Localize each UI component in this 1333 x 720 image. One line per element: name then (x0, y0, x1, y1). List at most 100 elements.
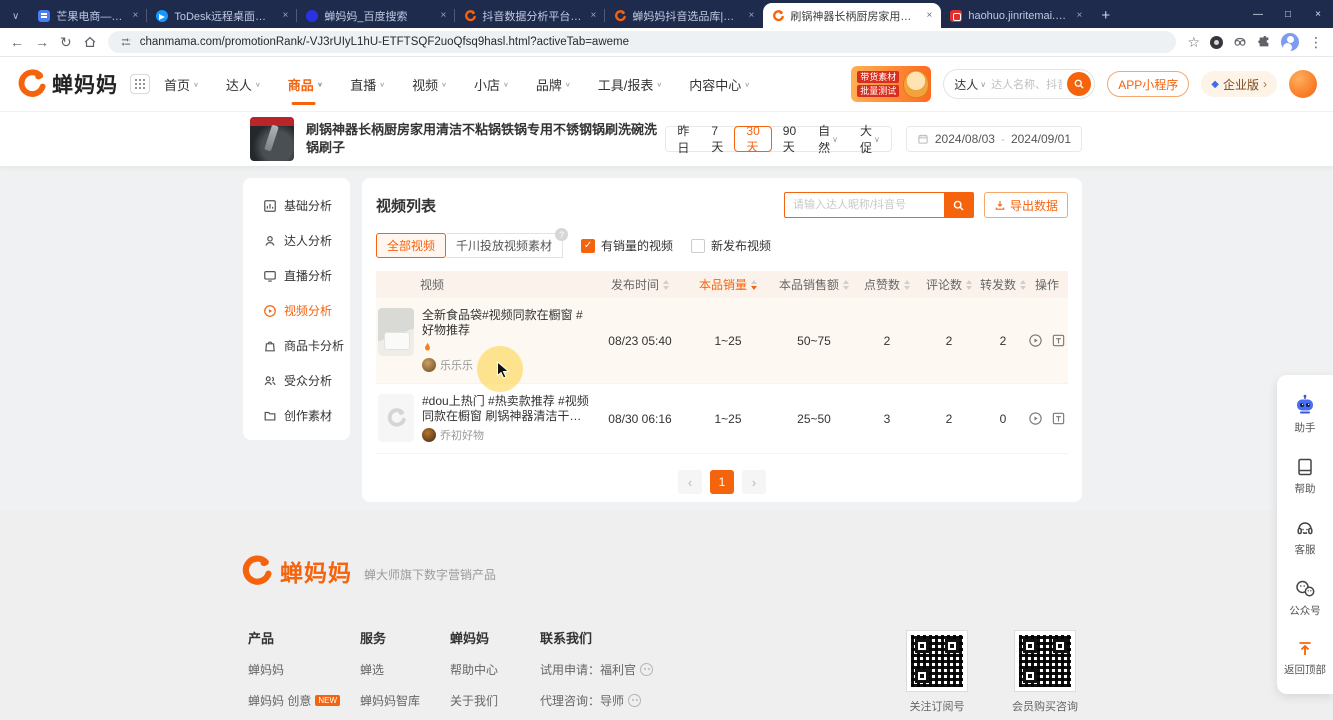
video-thumbnail[interactable] (378, 394, 414, 442)
help-icon[interactable]: ? (555, 228, 568, 241)
rail-assistant-button[interactable]: 助手 (1277, 383, 1333, 446)
sidebar-item-basic-analysis[interactable]: 基础分析 (243, 188, 350, 223)
forward-button[interactable]: → (35, 35, 49, 49)
browser-profile-avatar[interactable] (1281, 33, 1299, 51)
browser-tab[interactable]: haohuo.jinritemai.com/ecom × (941, 3, 1091, 28)
footer-link[interactable]: 关于我们 (450, 692, 498, 709)
sidebar-item-audience-analysis[interactable]: 受众分析 (243, 363, 350, 398)
browser-tab[interactable]: 抖音数据分析平台_抖音直播 × (455, 3, 605, 28)
col-gmv[interactable]: 本品销售额 (772, 276, 856, 293)
footer-link[interactable]: 蝉妈妈 (248, 661, 340, 678)
puzzle-extensions-icon[interactable] (1257, 35, 1271, 49)
browser-tab-active[interactable]: 刷锅神器长柄厨房家用清洁不 × (763, 3, 941, 28)
range-30d-active[interactable]: 30天 (734, 126, 771, 152)
footer-link[interactable]: 蝉选 (360, 661, 420, 678)
pagination-page-1[interactable]: 1 (710, 470, 734, 494)
panel-search-button[interactable] (944, 192, 974, 218)
chanmama-logo[interactable]: 蝉妈妈 (16, 69, 118, 99)
transcript-button[interactable] (1051, 411, 1066, 426)
menu-item-brand[interactable]: 品牌∨ (536, 57, 571, 111)
footer-contact[interactable]: 代理咨询：导师 (540, 692, 653, 709)
pagination-next-button[interactable]: › (742, 470, 766, 494)
bookmark-star-icon[interactable]: ☆ (1187, 35, 1200, 49)
home-button[interactable] (83, 35, 97, 49)
tab-close-icon[interactable]: × (748, 10, 754, 21)
video-thumbnail[interactable] (378, 308, 414, 356)
menu-item-shop[interactable]: 小店∨ (474, 57, 509, 111)
browser-menu-icon[interactable]: ⋮ (1309, 35, 1323, 49)
new-tab-button[interactable]: + (1101, 7, 1110, 24)
app-miniprogram-button[interactable]: APP小程序 (1107, 71, 1189, 97)
date-picker[interactable]: 2024/08/03 - 2024/09/01 (906, 126, 1082, 152)
sidebar-item-creative-material[interactable]: 创作素材 (243, 398, 350, 433)
extension-icon-dark[interactable] (1210, 36, 1223, 49)
checkbox-checked-icon[interactable]: ✓ (581, 239, 595, 253)
minimize-button[interactable]: — (1243, 0, 1273, 28)
range-yesterday[interactable]: 昨日 (666, 126, 700, 152)
url-bar[interactable]: chanmama.com/promotionRank/-VJ3rUIyL1hU-… (108, 31, 1177, 53)
header-search-button[interactable] (1067, 72, 1091, 96)
menu-item-content-center[interactable]: 内容中心∨ (689, 57, 750, 111)
tab-close-icon[interactable]: × (440, 10, 446, 21)
range-7d[interactable]: 7天 (700, 126, 734, 152)
filter-tab-all-videos[interactable]: 全部视频 (376, 233, 446, 258)
tab-close-icon[interactable]: × (926, 10, 932, 21)
sidebar-item-influencer-analysis[interactable]: 达人分析 (243, 223, 350, 258)
browser-tab[interactable]: ToDesk远程桌面软件-免费安 × (147, 3, 297, 28)
play-video-button[interactable] (1028, 411, 1043, 426)
influencer-search-input[interactable] (784, 192, 944, 218)
sort-icon[interactable] (843, 280, 849, 290)
apps-grid-icon[interactable] (130, 74, 150, 94)
video-title[interactable]: 全新食品袋#视频同款在橱窗 #好物推荐 (422, 308, 590, 338)
sort-icon-active[interactable] (751, 280, 757, 290)
sidebar-item-live-analysis[interactable]: 直播分析 (243, 258, 350, 293)
play-video-button[interactable] (1028, 333, 1043, 348)
video-author[interactable]: 乔初好物 (422, 427, 590, 443)
sidebar-item-product-card-analysis[interactable]: 商品卡分析 (243, 328, 350, 363)
browser-tab[interactable]: 蝉妈妈_百度搜索 × (297, 3, 455, 28)
search-category-dropdown[interactable]: 达人∨ (954, 76, 986, 93)
transcript-button[interactable] (1051, 333, 1066, 348)
rail-help-button[interactable]: 帮助 (1277, 446, 1333, 507)
col-comments[interactable]: 评论数 (918, 276, 980, 293)
filter-tab-qianchuan[interactable]: 千川投放视频素材 ? (446, 233, 563, 258)
sort-icon[interactable] (663, 280, 669, 290)
footer-link[interactable]: 蝉妈妈智库 (360, 692, 420, 709)
pagination-prev-button[interactable]: ‹ (678, 470, 702, 494)
menu-item-video[interactable]: 视频∨ (412, 57, 447, 111)
col-publish-time[interactable]: 发布时间 (596, 276, 684, 293)
rail-wechat-official-button[interactable]: 公众号 (1277, 568, 1333, 629)
browser-tab[interactable]: 芒果电商—视频号电商玩法全 × (29, 3, 147, 28)
col-likes[interactable]: 点赞数 (856, 276, 918, 293)
tab-close-icon[interactable]: × (590, 10, 596, 21)
product-thumbnail[interactable] (250, 117, 294, 161)
range-90d[interactable]: 90天 (772, 126, 807, 152)
sort-icon[interactable] (966, 280, 972, 290)
menu-item-live[interactable]: 直播∨ (350, 57, 385, 111)
footer-link[interactable]: 帮助中心 (450, 661, 498, 678)
header-search-box[interactable]: 达人∨ 达人名称、抖音号 (943, 69, 1095, 99)
tab-close-icon[interactable]: × (1076, 10, 1082, 21)
site-settings-icon[interactable] (120, 36, 132, 48)
promo-banner[interactable]: 带货素材 批量测试 (851, 66, 931, 102)
rail-back-to-top-button[interactable]: 返回顶部 (1277, 629, 1333, 688)
menu-item-product[interactable]: 商品∨ (288, 57, 324, 111)
checkbox-has-sales[interactable]: ✓ 有销量的视频 (581, 237, 673, 254)
footer-link[interactable]: 蝉妈妈 创意NEW (248, 692, 340, 709)
menu-item-influencer[interactable]: 达人∨ (226, 57, 261, 111)
col-shares[interactable]: 转发数 (980, 276, 1026, 293)
range-natural-dropdown[interactable]: 自然∨ (807, 126, 849, 152)
tab-search-chevron-icon[interactable]: ∨ (12, 11, 19, 22)
range-promo-dropdown[interactable]: 大促∨ (849, 126, 891, 152)
goggles-icon[interactable] (1233, 35, 1247, 49)
tab-close-icon[interactable]: × (282, 10, 288, 21)
checkbox-empty-icon[interactable] (691, 239, 705, 253)
enterprise-version-button[interactable]: ◆ 企业版 › (1201, 71, 1277, 97)
maximize-button[interactable]: □ (1273, 0, 1303, 28)
footer-contact[interactable]: 试用申请：福利官 (540, 661, 653, 678)
sort-icon[interactable] (904, 280, 910, 290)
back-button[interactable]: ← (10, 35, 24, 49)
checkbox-new-videos[interactable]: 新发布视频 (691, 237, 771, 254)
close-window-button[interactable]: × (1303, 0, 1333, 28)
menu-item-tools[interactable]: 工具/报表∨ (598, 57, 662, 111)
